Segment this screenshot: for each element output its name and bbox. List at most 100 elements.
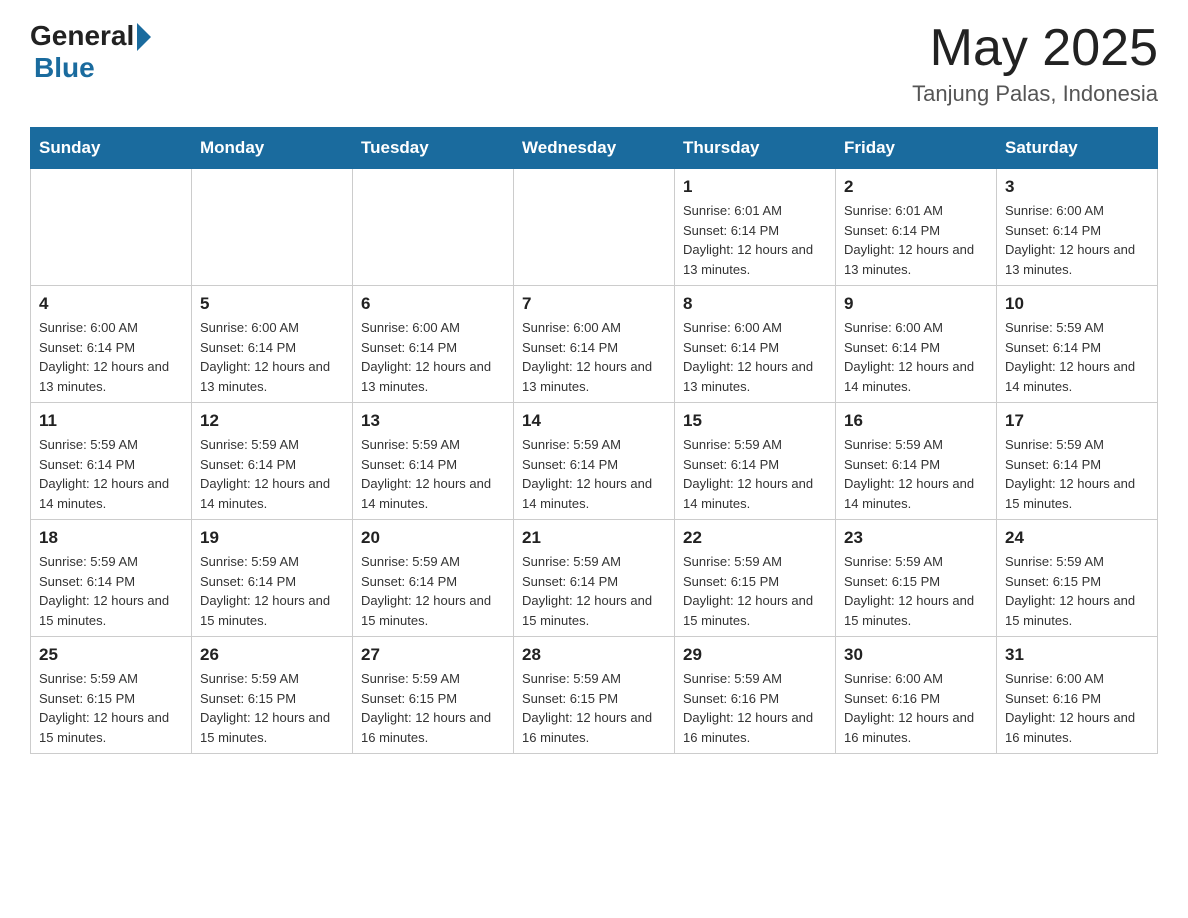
logo-general-text: General [30,20,134,52]
day-number: 9 [844,294,988,314]
calendar-cell [353,169,514,286]
day-info: Sunrise: 5:59 AM Sunset: 6:15 PM Dayligh… [200,669,344,747]
day-info: Sunrise: 6:00 AM Sunset: 6:16 PM Dayligh… [1005,669,1149,747]
day-info: Sunrise: 5:59 AM Sunset: 6:16 PM Dayligh… [683,669,827,747]
calendar-cell [192,169,353,286]
day-number: 23 [844,528,988,548]
calendar-cell: 9 Sunrise: 6:00 AM Sunset: 6:14 PM Daylig… [836,286,997,403]
day-info: Sunrise: 6:01 AM Sunset: 6:14 PM Dayligh… [683,201,827,279]
day-number: 3 [1005,177,1149,197]
day-number: 20 [361,528,505,548]
day-number: 24 [1005,528,1149,548]
title-block: May 2025 Tanjung Palas, Indonesia [912,20,1158,107]
day-info: Sunrise: 6:00 AM Sunset: 6:14 PM Dayligh… [361,318,505,396]
calendar-cell: 27Sunrise: 5:59 AM Sunset: 6:15 PM Dayli… [353,637,514,754]
calendar-header: SundayMondayTuesdayWednesdayThursdayFrid… [31,128,1158,169]
day-number: 25 [39,645,183,665]
day-number: 12 [200,411,344,431]
day-info: Sunrise: 5:59 AM Sunset: 6:15 PM Dayligh… [683,552,827,630]
day-number: 27 [361,645,505,665]
header-thursday: Thursday [675,128,836,169]
day-number: 4 [39,294,183,314]
calendar-cell: 26 Sunrise: 5:59 AM Sunset: 6:15 PM Dayli… [192,637,353,754]
day-info: Sunrise: 5:59 AM Sunset: 6:14 PM Dayligh… [361,435,505,513]
day-info: Sunrise: 5:59 AM Sunset: 6:14 PM Dayligh… [683,435,827,513]
calendar-cell: 30 Sunrise: 6:00 AM Sunset: 6:16 PM Dayli… [836,637,997,754]
day-number: 10 [1005,294,1149,314]
day-info: Sunrise: 5:59 AM Sunset: 6:15 PM Dayligh… [39,669,183,747]
day-info: Sunrise: 6:00 AM Sunset: 6:14 PM Dayligh… [844,318,988,396]
day-number: 21 [522,528,666,548]
day-info: Sunrise: 5:59 AM Sunset: 6:14 PM Dayligh… [844,435,988,513]
header-friday: Friday [836,128,997,169]
location-subtitle: Tanjung Palas, Indonesia [912,81,1158,107]
logo: General Blue [30,20,151,84]
calendar-table: SundayMondayTuesdayWednesdayThursdayFrid… [30,127,1158,754]
day-number: 8 [683,294,827,314]
calendar-cell: 31 Sunrise: 6:00 AM Sunset: 6:16 PM Dayli… [997,637,1158,754]
day-number: 26 [200,645,344,665]
day-number: 7 [522,294,666,314]
calendar-cell: 17 Sunrise: 5:59 AM Sunset: 6:14 PM Dayli… [997,403,1158,520]
header-tuesday: Tuesday [353,128,514,169]
day-number: 31 [1005,645,1149,665]
day-info: Sunrise: 6:00 AM Sunset: 6:16 PM Dayligh… [844,669,988,747]
day-info: Sunrise: 5:59 AM Sunset: 6:14 PM Dayligh… [361,552,505,630]
calendar-cell: 12 Sunrise: 5:59 AM Sunset: 6:14 PM Dayli… [192,403,353,520]
day-number: 6 [361,294,505,314]
day-info: Sunrise: 6:00 AM Sunset: 6:14 PM Dayligh… [683,318,827,396]
day-number: 22 [683,528,827,548]
day-info: Sunrise: 5:59 AM Sunset: 6:14 PM Dayligh… [200,552,344,630]
header-sunday: Sunday [31,128,192,169]
calendar-cell: 7 Sunrise: 6:00 AM Sunset: 6:14 PM Daylig… [514,286,675,403]
day-number: 5 [200,294,344,314]
calendar-cell: 29 Sunrise: 5:59 AM Sunset: 6:16 PM Dayli… [675,637,836,754]
calendar-cell: 8 Sunrise: 6:00 AM Sunset: 6:14 PM Daylig… [675,286,836,403]
day-info: Sunrise: 5:59 AM Sunset: 6:14 PM Dayligh… [200,435,344,513]
day-number: 2 [844,177,988,197]
calendar-cell: 24 Sunrise: 5:59 AM Sunset: 6:15 PM Dayli… [997,520,1158,637]
calendar-cell: 19 Sunrise: 5:59 AM Sunset: 6:14 PM Dayli… [192,520,353,637]
calendar-cell: 11Sunrise: 5:59 AM Sunset: 6:14 PM Dayli… [31,403,192,520]
logo-blue-text: Blue [34,52,95,84]
day-number: 15 [683,411,827,431]
calendar-cell: 28 Sunrise: 5:59 AM Sunset: 6:15 PM Dayli… [514,637,675,754]
calendar-cell: 22 Sunrise: 5:59 AM Sunset: 6:15 PM Dayli… [675,520,836,637]
day-number: 13 [361,411,505,431]
day-number: 14 [522,411,666,431]
day-number: 17 [1005,411,1149,431]
day-number: 28 [522,645,666,665]
day-info: Sunrise: 5:59 AM Sunset: 6:14 PM Dayligh… [522,552,666,630]
header-wednesday: Wednesday [514,128,675,169]
calendar-cell: 13 Sunrise: 5:59 AM Sunset: 6:14 PM Dayli… [353,403,514,520]
day-number: 29 [683,645,827,665]
day-info: Sunrise: 6:00 AM Sunset: 6:14 PM Dayligh… [1005,201,1149,279]
calendar-cell: 3 Sunrise: 6:00 AM Sunset: 6:14 PM Daylig… [997,169,1158,286]
day-info: Sunrise: 5:59 AM Sunset: 6:14 PM Dayligh… [1005,435,1149,513]
day-number: 16 [844,411,988,431]
calendar-cell: 25 Sunrise: 5:59 AM Sunset: 6:15 PM Dayli… [31,637,192,754]
header-monday: Monday [192,128,353,169]
calendar-week-row: 25 Sunrise: 5:59 AM Sunset: 6:15 PM Dayli… [31,637,1158,754]
month-year-title: May 2025 [912,20,1158,77]
calendar-week-row: 4 Sunrise: 6:00 AM Sunset: 6:14 PM Daylig… [31,286,1158,403]
calendar-cell: 5Sunrise: 6:00 AM Sunset: 6:14 PM Daylig… [192,286,353,403]
calendar-cell: 6 Sunrise: 6:00 AM Sunset: 6:14 PM Daylig… [353,286,514,403]
day-number: 30 [844,645,988,665]
day-info: Sunrise: 6:00 AM Sunset: 6:14 PM Dayligh… [522,318,666,396]
day-info: Sunrise: 6:01 AM Sunset: 6:14 PM Dayligh… [844,201,988,279]
calendar-cell: 2 Sunrise: 6:01 AM Sunset: 6:14 PM Daylig… [836,169,997,286]
calendar-cell: 14 Sunrise: 5:59 AM Sunset: 6:14 PM Dayli… [514,403,675,520]
day-info: Sunrise: 5:59 AM Sunset: 6:14 PM Dayligh… [1005,318,1149,396]
calendar-week-row: 18Sunrise: 5:59 AM Sunset: 6:14 PM Dayli… [31,520,1158,637]
day-info: Sunrise: 5:59 AM Sunset: 6:15 PM Dayligh… [1005,552,1149,630]
calendar-cell: 10 Sunrise: 5:59 AM Sunset: 6:14 PM Dayli… [997,286,1158,403]
day-info: Sunrise: 5:59 AM Sunset: 6:14 PM Dayligh… [522,435,666,513]
day-info: Sunrise: 6:00 AM Sunset: 6:14 PM Dayligh… [39,318,183,396]
calendar-cell: 15 Sunrise: 5:59 AM Sunset: 6:14 PM Dayli… [675,403,836,520]
calendar-week-row: 11 Sunrise: 5:59 AM Sunset: 6:14 PM Dayli… [31,403,1158,520]
day-info: Sunrise: 5:59 AM Sunset: 6:15 PM Dayligh… [522,669,666,747]
day-number: 19 [200,528,344,548]
day-number: 11 [39,411,183,431]
day-info: Sunrise: 5:59 AM Sunset: 6:15 PM Dayligh… [844,552,988,630]
